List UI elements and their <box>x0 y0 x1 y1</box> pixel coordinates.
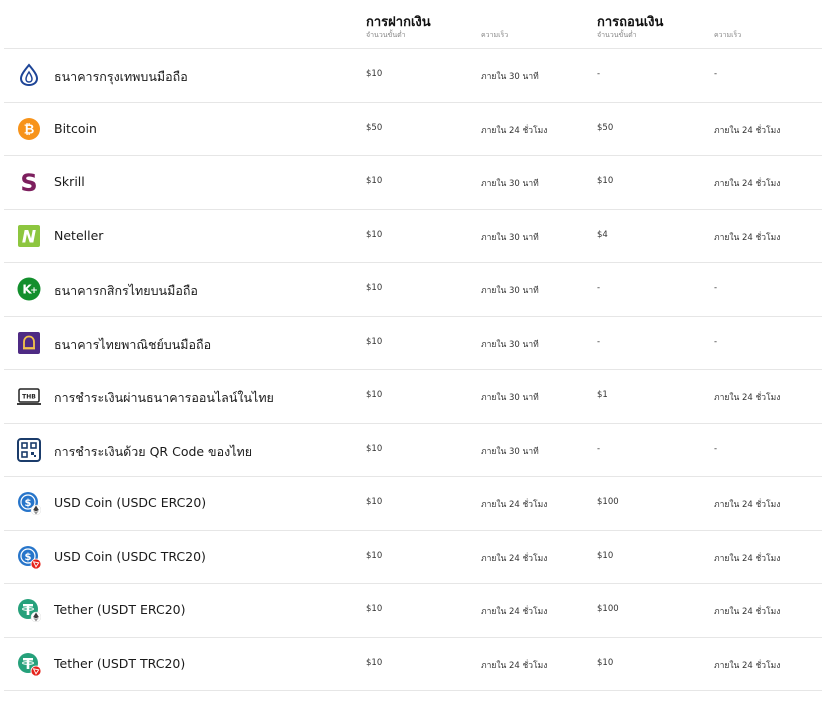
withdraw-speed-value: ภายใน 24 ชั่วโมง <box>714 393 781 403</box>
deposit-min-value: $10 <box>366 550 383 561</box>
withdraw-min-value: $4 <box>597 229 608 240</box>
method-name: Bitcoin <box>54 120 97 136</box>
thb-card-icon: THB <box>17 384 41 408</box>
neteller-icon: N <box>17 224 41 248</box>
table-row: S Skrill $10 ภายใน 30 นาที $10 ภายใน 24 … <box>0 155 826 210</box>
deposit-speed-value: ภายใน 24 ชั่วโมง <box>481 500 548 510</box>
deposit-min-value: $50 <box>366 122 383 133</box>
deposit-min-value: $10 <box>366 229 383 240</box>
svg-text:$: $ <box>25 498 32 509</box>
method-name: ธนาคารกรุงเทพบนมือถือ <box>54 69 188 84</box>
table-row: ธนาคารกรุงเทพบนมือถือ $10 ภายใน 30 นาที … <box>0 48 826 103</box>
withdraw-min-value: - <box>597 69 601 79</box>
table-row: $ USD Coin (USDC ERC20) $10 ภายใน 24 ชั่… <box>0 476 826 531</box>
deposit-speed-value: ภายใน 30 นาที <box>481 179 539 189</box>
withdraw-speed-value: ภายใน 24 ชั่วโมง <box>714 500 781 510</box>
method-name: การชำระเงินผ่านธนาคารออนไลน์ในไทย <box>54 390 274 405</box>
table-row: K + ธนาคารกสิกรไทยบนมือถือ $10 ภายใน 30 น… <box>0 262 826 317</box>
withdraw-speed-value: - <box>714 69 718 79</box>
deposit-speed-value: ภายใน 24 ชั่วโมง <box>481 553 548 564</box>
withdraw-speed-value: ภายใน 24 ชั่วโมง <box>714 553 781 564</box>
withdraw-speed-value: - <box>714 336 718 347</box>
deposit-speed-value: ภายใน 30 นาที <box>481 286 539 296</box>
withdraw-min-value: $50 <box>597 122 614 133</box>
withdraw-speed-label: ความเร็ว <box>714 31 742 39</box>
row-divider <box>4 690 822 691</box>
deposit-min-value: $10 <box>366 443 383 454</box>
withdraw-speed-value: ภายใน 24 ชั่วโมง <box>714 607 781 617</box>
withdraw-min-value: $10 <box>597 657 614 668</box>
withdraw-min-label: จำนวนขั้นต่ำ <box>597 31 637 39</box>
qr-code-icon <box>17 437 41 462</box>
bitcoin-icon: ₿ <box>17 117 41 141</box>
table-row: $ USD Coin (USDC TRC20) $10 ภายใน 24 ชั่… <box>0 530 826 584</box>
withdraw-speed-value: ภายใน 24 ชั่วโมง <box>714 232 781 243</box>
withdraw-speed-value: - <box>714 283 718 293</box>
withdraw-speed-value: ภายใน 24 ชั่วโมง <box>714 125 781 136</box>
table-row: Tether (USDT ERC20) $10 ภายใน 24 ชั่วโมง… <box>0 583 826 638</box>
usdc-erc20-icon: $ <box>17 491 41 515</box>
method-name: Tether (USDT TRC20) <box>54 655 186 671</box>
deposit-min-value: $10 <box>366 336 383 347</box>
withdraw-min-value: - <box>597 283 601 293</box>
usdt-erc20-icon <box>17 598 41 622</box>
deposit-min-value: $10 <box>366 69 383 79</box>
svg-text:$: $ <box>25 552 32 563</box>
method-name: USD Coin (USDC TRC20) <box>54 548 206 564</box>
table-row: N Neteller $10 ภายใน 30 นาที $4 ภายใน 24… <box>0 209 826 263</box>
scb-icon <box>17 331 41 355</box>
deposit-speed-value: ภายใน 24 ชั่วโมง <box>481 660 548 671</box>
table-row: THB การชำระเงินผ่านธนาคารออนไลน์ในไทย $1… <box>0 369 826 424</box>
method-name: USD Coin (USDC ERC20) <box>54 495 207 510</box>
deposit-min-value: $10 <box>366 497 383 507</box>
method-name: Tether (USDT ERC20) <box>54 602 186 617</box>
withdraw-min-value: $10 <box>597 550 614 561</box>
table-row: ธนาคารไทยพาณิชย์บนมือถือ $10 ภายใน 30 นา… <box>0 316 826 370</box>
deposit-speed-value: ภายใน 24 ชั่วโมง <box>481 125 548 136</box>
withdraw-min-value: $100 <box>597 604 619 614</box>
svg-text:THB: THB <box>22 394 36 401</box>
method-name: ธนาคารไทยพาณิชย์บนมือถือ <box>54 336 212 352</box>
deposit-min-value: $10 <box>366 390 383 400</box>
deposit-min-value: $10 <box>366 604 383 614</box>
deposit-speed-value: ภายใน 30 นาที <box>481 339 539 350</box>
withdraw-min-value: $100 <box>597 497 619 507</box>
deposit-min-value: $10 <box>366 176 383 186</box>
deposit-speed-value: ภายใน 30 นาที <box>481 72 539 82</box>
skrill-icon: S <box>17 170 41 194</box>
svg-text:₿: ₿ <box>24 122 35 137</box>
method-name: Skrill <box>54 174 85 189</box>
deposit-min-label: จำนวนขั้นต่ำ <box>366 31 406 39</box>
deposit-speed-value: ภายใน 30 นาที <box>481 393 539 403</box>
usdc-trc20-icon: $ <box>17 545 41 569</box>
method-name: การชำระเงินด้วย QR Code ของไทย <box>54 443 253 459</box>
withdraw-column-title: การถอนเงิน <box>597 15 664 30</box>
deposit-speed-value: ภายใน 30 นาที <box>481 446 539 457</box>
method-name: ธนาคารกสิกรไทยบนมือถือ <box>54 283 198 298</box>
table-header: การฝากเงิน จำนวนขั้นต่ำ ความเร็ว การถอนเ… <box>0 0 826 48</box>
deposit-column-title: การฝากเงิน <box>366 15 431 30</box>
deposit-speed-value: ภายใน 30 นาที <box>481 232 539 243</box>
bangkok-bank-icon <box>17 63 41 87</box>
withdraw-min-value: - <box>597 443 601 454</box>
table-row: Tether (USDT TRC20) $10 ภายใน 24 ชั่วโมง… <box>0 637 826 691</box>
table-row: ₿ Bitcoin $50 ภายใน 24 ชั่วโมง $50 ภายใน… <box>0 102 826 156</box>
deposit-min-value: $10 <box>366 283 383 293</box>
table-row: การชำระเงินด้วย QR Code ของไทย $10 ภายใน… <box>0 423 826 477</box>
withdraw-min-value: $10 <box>597 176 614 186</box>
deposit-speed-label: ความเร็ว <box>481 31 509 39</box>
usdt-trc20-icon <box>17 652 41 676</box>
method-name: Neteller <box>54 227 104 243</box>
withdraw-min-value: - <box>597 336 601 347</box>
withdraw-min-value: $1 <box>597 390 608 400</box>
withdraw-speed-value: - <box>714 443 718 454</box>
withdraw-speed-value: ภายใน 24 ชั่วโมง <box>714 179 781 189</box>
svg-text:S: S <box>20 170 37 194</box>
deposit-min-value: $10 <box>366 657 383 668</box>
kbank-icon: K + <box>17 277 41 301</box>
svg-text:+: + <box>30 286 38 296</box>
withdraw-speed-value: ภายใน 24 ชั่วโมง <box>714 660 781 671</box>
svg-text:N: N <box>22 227 36 247</box>
deposit-speed-value: ภายใน 24 ชั่วโมง <box>481 607 548 617</box>
